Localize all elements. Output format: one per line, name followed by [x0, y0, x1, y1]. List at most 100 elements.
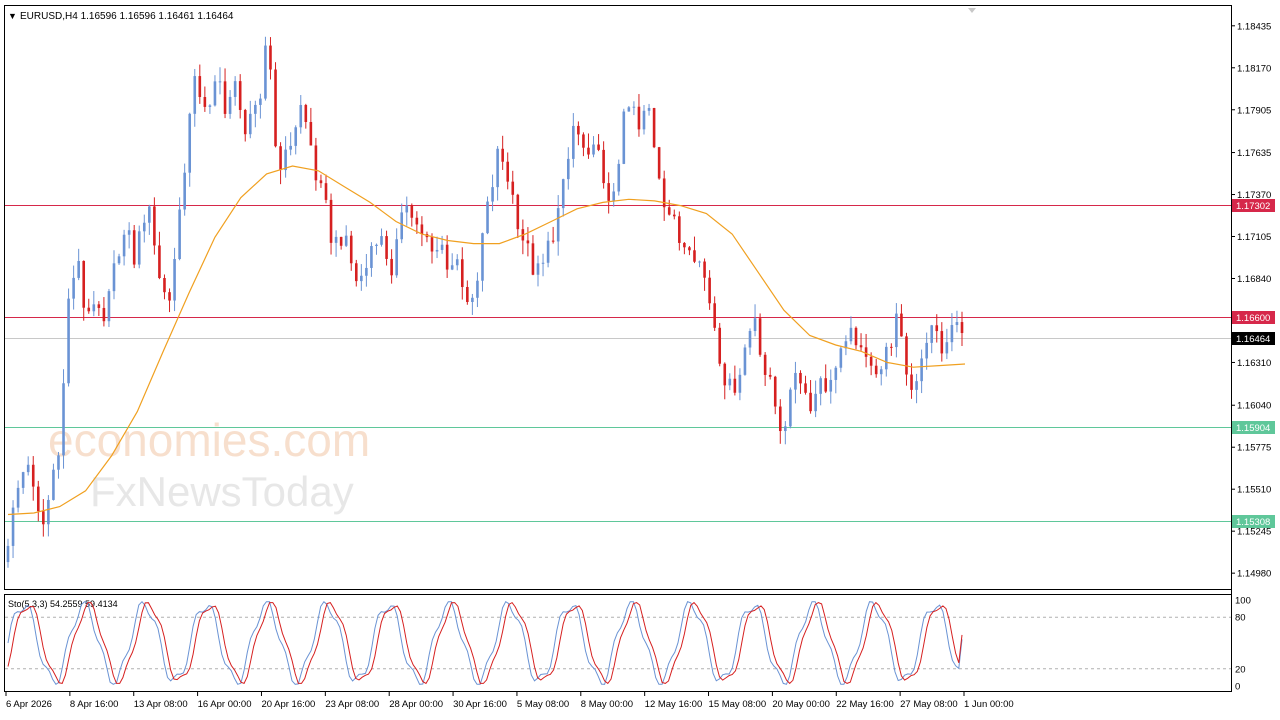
candle-body — [102, 307, 106, 322]
candle-body — [299, 104, 303, 128]
candle-body — [748, 330, 752, 348]
candle — [743, 344, 747, 376]
candle-body — [602, 149, 605, 184]
candle-body — [592, 144, 595, 155]
candle-body — [198, 76, 202, 98]
candle-body — [203, 97, 207, 107]
candle-body — [188, 113, 192, 173]
candle — [67, 288, 70, 387]
candle-body — [304, 104, 308, 123]
candle-body — [400, 212, 404, 240]
candle-body — [688, 247, 691, 251]
time-tick-label: 15 May 08:00 — [709, 699, 767, 710]
candle-body — [819, 378, 822, 394]
candle-body — [223, 81, 227, 114]
candle-body — [148, 206, 151, 223]
candle-body — [339, 236, 343, 246]
candle-body — [77, 260, 80, 278]
candle-body — [92, 304, 96, 312]
candle-body — [31, 464, 35, 487]
candle-body — [632, 106, 636, 108]
candle — [137, 225, 141, 269]
candle — [622, 108, 626, 165]
candle-body — [233, 81, 237, 97]
price-tick-label: 1.18435 — [1237, 21, 1271, 32]
candle-body — [410, 205, 414, 218]
candle-body — [107, 291, 111, 322]
candle-body — [930, 325, 934, 343]
candle-body — [637, 106, 641, 130]
candle-body — [657, 147, 661, 179]
candle-body — [173, 259, 176, 301]
candle-body — [324, 183, 328, 200]
candle-body — [16, 487, 20, 508]
candle-body — [208, 105, 212, 107]
candle-body — [193, 76, 197, 114]
candle-body — [476, 280, 479, 298]
candle-body — [773, 376, 777, 407]
candle-body — [955, 322, 959, 326]
candle-body — [566, 158, 570, 180]
candle — [617, 159, 621, 196]
candle-body — [536, 263, 540, 275]
stochastic-label: Sto(5,3,3) 54.2559 59.4134 — [8, 599, 118, 609]
candle-body — [390, 258, 393, 276]
candle-body — [723, 363, 727, 386]
candle-body — [703, 261, 706, 278]
time-tick-label: 8 May 00:00 — [581, 699, 633, 710]
candle-body — [824, 378, 828, 392]
candle-body — [430, 237, 434, 252]
candle-body — [900, 313, 903, 337]
candle-body — [693, 250, 696, 262]
candle-body — [849, 327, 853, 342]
candle-body — [647, 108, 651, 111]
candle-body — [349, 235, 353, 264]
stochastic-panel[interactable] — [4, 594, 1232, 692]
candle-body — [455, 259, 459, 266]
candle-body — [814, 393, 817, 412]
candle-body — [127, 230, 131, 235]
candle-body — [506, 161, 510, 182]
candle-body — [743, 347, 747, 375]
chart[interactable]: economies.com FxNewsToday 1.18435 1.18170… — [0, 0, 1280, 720]
candle-body — [360, 275, 363, 282]
candle-body — [869, 356, 873, 366]
candle-body — [460, 259, 464, 288]
candle-body — [466, 287, 469, 302]
candle-body — [713, 303, 716, 328]
candle-body — [667, 207, 671, 215]
candle-body — [551, 240, 555, 242]
candle — [486, 196, 489, 235]
candle-body — [486, 201, 489, 234]
candle-body — [672, 214, 676, 217]
candle-body — [784, 426, 787, 432]
candle-body — [309, 122, 313, 146]
price-tick-label: 1.16840 — [1237, 274, 1271, 285]
triangle-down-icon[interactable]: ▼ — [8, 11, 17, 21]
candle-body — [471, 297, 474, 302]
candle-body — [834, 367, 838, 380]
candle-body — [572, 125, 575, 159]
candle-body — [72, 277, 75, 299]
candle-body — [799, 372, 802, 384]
candle-body — [142, 222, 146, 232]
time-tick-label: 16 Apr 00:00 — [198, 699, 252, 710]
candle-body — [546, 240, 550, 263]
candle-body — [859, 345, 863, 348]
candle-body — [137, 231, 141, 265]
candle-body — [622, 111, 626, 164]
candle-body — [385, 236, 388, 259]
candle-body — [884, 346, 888, 370]
candle-body — [829, 379, 833, 392]
candle-body — [718, 327, 722, 364]
candle-body — [758, 318, 762, 355]
candle-body — [435, 249, 439, 252]
candle-body — [163, 278, 166, 293]
time-tick-label: 23 Apr 08:00 — [325, 699, 379, 710]
candle-body — [26, 464, 30, 473]
candle-body — [445, 244, 449, 270]
candle-body — [6, 545, 10, 563]
candle-body — [652, 108, 656, 148]
candle-body — [87, 307, 91, 312]
watermark-secondary: FxNewsToday — [90, 468, 354, 515]
